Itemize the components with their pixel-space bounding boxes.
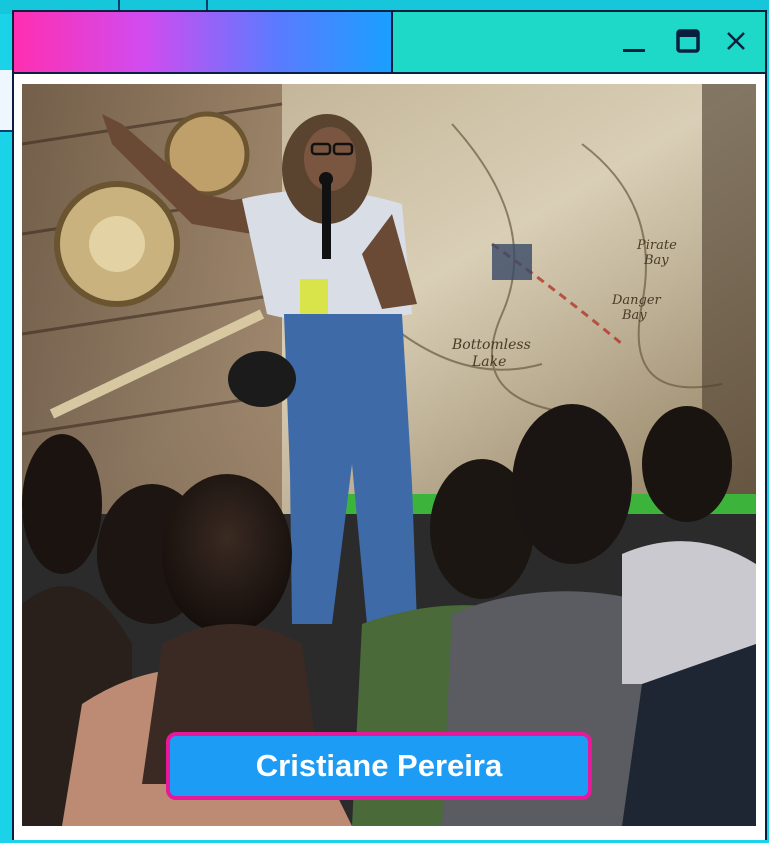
close-button[interactable] [721,26,751,56]
svg-text:Pirate: Pirate [636,238,677,253]
speaker-photo: Bottomless Lake Pirate Bay Danger Bay [22,84,756,826]
titlebar-controls [393,12,765,72]
speaker-name-caption: Cristiane Pereira [166,732,592,800]
svg-text:Lake: Lake [471,354,506,370]
maximize-icon [676,29,700,53]
photo-illustration: Bottomless Lake Pirate Bay Danger Bay [22,84,756,826]
image-window: Bottomless Lake Pirate Bay Danger Bay Cr… [12,10,767,840]
svg-text:Bay: Bay [643,253,669,268]
titlebar-gradient [14,12,393,72]
maximize-button[interactable] [673,26,703,56]
svg-text:Bay: Bay [621,308,647,323]
svg-text:Bottomless: Bottomless [451,337,531,353]
minimize-icon [623,49,645,52]
close-icon [727,32,745,50]
window-titlebar[interactable] [14,12,765,72]
window-content: Bottomless Lake Pirate Bay Danger Bay Cr… [14,72,765,840]
svg-text:Danger: Danger [611,293,662,308]
speaker-name-label: Cristiane Pereira [255,748,503,783]
minimize-button[interactable] [619,26,649,56]
